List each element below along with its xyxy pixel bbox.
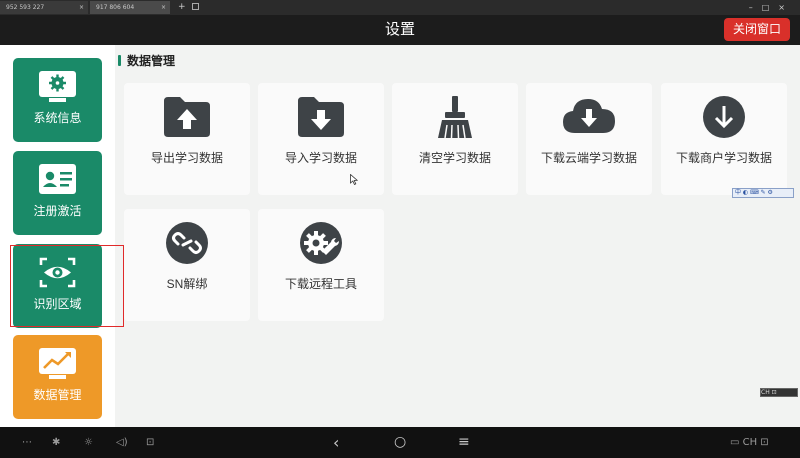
screenshot-icon[interactable]: ⊡ xyxy=(146,427,154,458)
card-label: 下载商户学习数据 xyxy=(675,151,772,165)
card-label: 清空学习数据 xyxy=(418,151,491,165)
folder-upload-icon xyxy=(124,95,250,139)
session-tab-strip: 952 593 227 × 917 806 604 × + –□× xyxy=(0,0,800,15)
bluetooth-icon[interactable]: ✱ xyxy=(52,427,60,458)
sidebar-item-register[interactable]: 注册激活 xyxy=(13,151,102,235)
sidebar-item-data-management[interactable]: 数据管理 xyxy=(13,335,102,419)
sidebar-item-label: 数据管理 xyxy=(33,388,82,402)
broom-icon xyxy=(392,95,518,139)
download-cloud-data-card[interactable]: 下载云端学习数据 xyxy=(526,83,652,195)
card-label: 导入学习数据 xyxy=(284,151,357,165)
clear-data-card[interactable]: 清空学习数据 xyxy=(392,83,518,195)
mouse-pointer-icon xyxy=(350,174,358,185)
sidebar: 系统信息 注册激活 识别区域 数据管理 xyxy=(0,45,124,427)
session-tab-label: 952 593 227 xyxy=(6,4,45,11)
download-merchant-data-card[interactable]: 下载商户学习数据 xyxy=(661,83,787,195)
folder-download-icon xyxy=(258,95,384,139)
download-circle-icon xyxy=(661,95,787,139)
brightness-icon[interactable]: ☼ xyxy=(84,427,93,458)
close-window-button[interactable]: 关闭窗口 xyxy=(724,18,790,41)
sn-unbind-card[interactable]: SN解绑 xyxy=(124,209,250,321)
android-nav-bar: ⋯ ✱ ☼ ◁) ⊡ ‹ ○ ≡ ▭ CH ⊡ xyxy=(0,427,800,458)
monitor-gear-icon xyxy=(13,70,102,104)
keyboard-indicator-icon: ▭ CH ⊡ xyxy=(730,437,769,448)
page-title: 设置 xyxy=(384,21,415,38)
card-label: SN解绑 xyxy=(166,277,208,291)
session-tab[interactable]: 952 593 227 × xyxy=(0,1,88,14)
main-panel: 数据管理 导出学习数据 导入学习数据 清空学习数据 下载云端学习数据 下载商户学… xyxy=(115,45,800,427)
close-tab-icon[interactable]: × xyxy=(161,1,166,14)
remote-desktop-window: 952 593 227 × 917 806 604 × + –□× 设置 关闭窗… xyxy=(0,0,800,458)
import-data-card[interactable]: 导入学习数据 xyxy=(258,83,384,195)
sidebar-item-label: 系统信息 xyxy=(33,111,82,125)
download-remote-tool-card[interactable]: 下载远程工具 xyxy=(258,209,384,321)
window-controls[interactable]: –□× xyxy=(749,0,794,15)
more-icon[interactable]: ⋯ xyxy=(22,427,32,458)
section-accent-bar xyxy=(118,55,121,66)
system-indicator: CH ⊡ xyxy=(760,388,798,397)
cloud-download-icon xyxy=(526,95,652,139)
session-tab-active[interactable]: 917 806 604 × xyxy=(90,1,170,14)
title-bar: 设置 关闭窗口 xyxy=(0,15,800,45)
content-area: 系统信息 注册激活 识别区域 数据管理 数据管理 导出学习数据 导入学习数据 清… xyxy=(0,45,800,427)
sidebar-item-recognition-area[interactable]: 识别区域 xyxy=(13,244,102,328)
unlink-icon xyxy=(124,221,250,265)
add-tab-icon[interactable]: + xyxy=(178,0,186,15)
back-button-icon[interactable]: ‹ xyxy=(333,427,339,458)
home-button-icon[interactable]: ○ xyxy=(394,427,406,458)
card-label: 下载远程工具 xyxy=(284,277,357,291)
id-card-icon xyxy=(13,163,102,197)
sidebar-item-system-info[interactable]: 系统信息 xyxy=(13,58,102,142)
volume-icon[interactable]: ◁) xyxy=(116,427,128,458)
eye-scan-icon xyxy=(13,256,102,290)
chart-monitor-icon xyxy=(13,347,102,381)
card-label: 下载云端学习数据 xyxy=(540,151,637,165)
close-tab-icon[interactable]: × xyxy=(79,1,84,14)
duplicate-window-icon[interactable] xyxy=(192,3,199,10)
menu-button-icon[interactable]: ≡ xyxy=(458,427,470,458)
card-label: 导出学习数据 xyxy=(150,151,223,165)
export-data-card[interactable]: 导出学习数据 xyxy=(124,83,250,195)
sidebar-item-label: 识别区域 xyxy=(33,297,82,311)
sidebar-item-label: 注册激活 xyxy=(33,204,82,218)
session-tab-label: 917 806 604 xyxy=(96,4,135,11)
gear-wrench-icon xyxy=(258,221,384,265)
ime-toolbar[interactable]: 中 ◐ ⌨ ✎ ⚙ xyxy=(732,188,794,198)
section-title: 数据管理 xyxy=(127,54,176,68)
